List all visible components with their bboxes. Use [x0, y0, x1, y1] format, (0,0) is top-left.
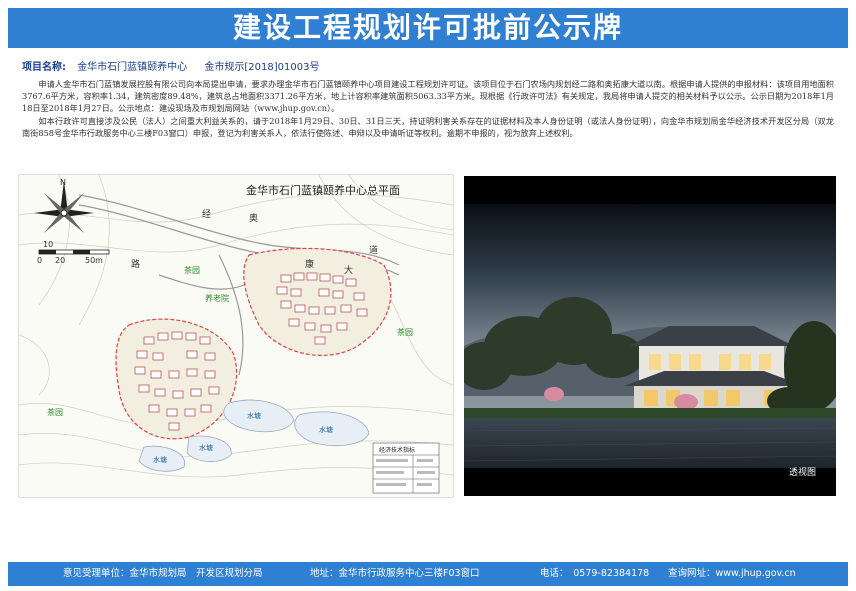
site-plan: N 10 0 20 50m 经 奥 路 康 大 道 茶园 茶园 茶园 养老院 水…: [18, 174, 454, 498]
perspective-rendering: 透视图: [464, 176, 836, 496]
project-name-label: 项目名称:: [22, 62, 66, 73]
scale-label-10: 10: [43, 240, 53, 249]
notice-paragraph-2: 如本行政许可直接涉及公民（法人）之间重大利益关系的，请于2018年1月29日、3…: [22, 115, 834, 138]
rendering-caption: 透视图: [788, 468, 816, 478]
footer-bar: 意见受理单位：金华市规划局 开发区规划分局 地址：金华市行政服务中心三楼F03窗…: [8, 562, 848, 586]
indicator-table: 经济技术指标: [372, 442, 440, 494]
road-label-kang: 康: [305, 258, 314, 270]
rendering-image: [464, 176, 836, 496]
road-label-ao: 奥: [249, 212, 258, 224]
contour-lines: [19, 175, 453, 478]
notice-paragraph-1: 申请人金华市石门蓝镇发展控股有限公司向本局提出申请，要求办理金华市石门蓝镇颐养中…: [22, 79, 834, 114]
footer-unit: 意见受理单位：金华市规划局 开发区规划分局: [63, 568, 263, 579]
road-label-lu: 路: [131, 258, 140, 270]
road-label-dao: 道: [369, 244, 378, 256]
pond-label-4: 水塘: [319, 425, 333, 434]
indicator-table-title: 经济技术指标: [379, 446, 415, 454]
project-name-value: 金华市石门蓝镇颐养中心: [77, 62, 188, 73]
road-label-da: 大: [344, 264, 353, 276]
site-plan-drawing: N 10 0 20 50m 经 奥 路 康 大 道 茶园 茶园 茶园 养老院 水…: [19, 175, 453, 494]
scale-label-20: 20: [55, 256, 65, 265]
footer-address: 地址：金华市行政服务中心三楼F03窗口: [310, 568, 480, 579]
footer-phone: 电话： 0579-82384178: [540, 568, 650, 579]
scale-label-0: 0: [37, 256, 42, 265]
project-info: 项目名称: 金华市石门蓝镇颐养中心 金市规示[2018]01003号: [22, 58, 333, 73]
notice-text: 申请人金华市石门蓝镇发展控股有限公司向本局提出申请，要求办理金华市石门蓝镇颐养中…: [22, 78, 834, 139]
field-label-1: 茶园: [184, 265, 200, 275]
road-label-jing: 经: [202, 208, 211, 220]
project-code: 金市规示[2018]01003号: [204, 62, 320, 73]
footer-website[interactable]: 查询网址：www.jhup.gov.cn: [668, 562, 796, 586]
pond-label-3: 水塘: [153, 455, 167, 464]
field-label-4: 养老院: [205, 293, 229, 303]
north-label: N: [60, 178, 66, 187]
site-plan-title: 金华市石门蓝镇颐养中心总平面: [246, 184, 400, 197]
field-label-3: 茶园: [47, 407, 63, 417]
page-title: 建设工程规划许可批前公示牌: [8, 8, 848, 48]
field-label-2: 茶园: [397, 327, 413, 337]
north-arrow-icon: [34, 181, 94, 233]
scale-label-50: 50m: [85, 256, 103, 265]
pond-label-1: 水塘: [247, 411, 261, 420]
pond-label-2: 水塘: [199, 443, 213, 452]
